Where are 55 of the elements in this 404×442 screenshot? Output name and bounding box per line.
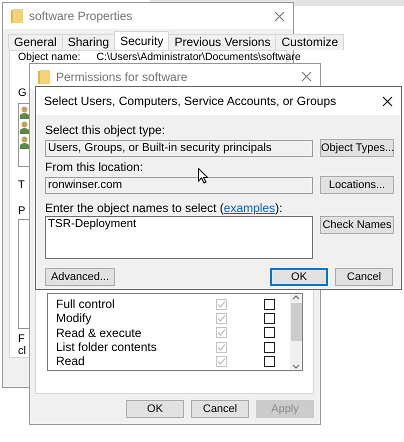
allow-checkbox[interactable] (216, 342, 227, 353)
object-names-field[interactable]: TSR-Deployment (45, 216, 313, 259)
scrollbar[interactable] (290, 294, 302, 370)
deny-checkbox[interactable] (264, 327, 275, 338)
object-types-button[interactable]: Object Types... (320, 139, 394, 157)
locations-button[interactable]: Locations... (320, 176, 394, 194)
object-type-label: Select this object type: (45, 123, 166, 137)
object-name-label: Object name: (18, 52, 80, 63)
permission-list[interactable]: Full control Modify Read & execute List folder contents Read (47, 293, 303, 371)
object-type-field: Users, Groups, or Built-in security principals (45, 140, 313, 156)
folder-icon (11, 9, 23, 23)
object-name-value: C:\Users\Administrator\Documents\software (96, 52, 301, 63)
deny-checkbox[interactable] (264, 312, 275, 324)
tab[interactable]: Security (114, 31, 170, 50)
mouse-cursor-icon (198, 168, 208, 184)
permission-name: Read & execute (56, 326, 142, 340)
scroll-up-icon[interactable] (292, 294, 300, 302)
location-label: From this location: (45, 160, 144, 174)
allow-checkbox[interactable] (216, 327, 227, 338)
groups-label: G (18, 87, 27, 99)
close-icon[interactable] (382, 96, 393, 106)
dialog-button[interactable]: OK (126, 400, 184, 418)
permission-name: List folder contents (56, 340, 158, 354)
dialog-button[interactable]: Cancel (191, 400, 249, 418)
user-icon (20, 136, 29, 149)
permission-name: Modify (56, 311, 92, 326)
note-text: cl (18, 345, 26, 357)
to-label: T (18, 179, 25, 192)
tab[interactable]: Sharing (62, 34, 116, 50)
advanced-button[interactable]: Advanced... (45, 268, 115, 286)
dialog-title: Select Users, Computers, Service Accounts, or Groups (44, 94, 338, 108)
user-icon (20, 106, 29, 119)
window-title: Permissions for software (56, 70, 188, 84)
cancel-button[interactable]: Cancel (335, 268, 393, 286)
user-icon (20, 121, 29, 134)
folder-icon (38, 70, 50, 84)
permissions-label: P (18, 205, 26, 218)
deny-checkbox[interactable] (264, 298, 275, 310)
examples-link[interactable]: examples (224, 201, 276, 215)
scroll-down-icon[interactable] (292, 362, 300, 370)
note-text: F (18, 333, 25, 345)
object-names-label: Enter the object names to select (examples): (45, 201, 284, 215)
permission-name: Read (56, 354, 86, 368)
tab[interactable]: Customize (275, 34, 344, 50)
location-field: ronwinser.com (45, 176, 313, 194)
deny-checkbox[interactable] (264, 342, 275, 353)
window-title: software Properties (29, 9, 134, 23)
allow-checkbox[interactable] (216, 298, 227, 310)
deny-checkbox[interactable] (264, 356, 275, 367)
allow-checkbox[interactable] (216, 356, 227, 367)
permission-name: Full control (56, 297, 116, 312)
allow-checkbox[interactable] (216, 312, 227, 324)
tab[interactable]: General (8, 34, 63, 50)
check-names-button[interactable]: Check Names (320, 216, 394, 234)
ok-button[interactable]: OK (270, 268, 328, 286)
